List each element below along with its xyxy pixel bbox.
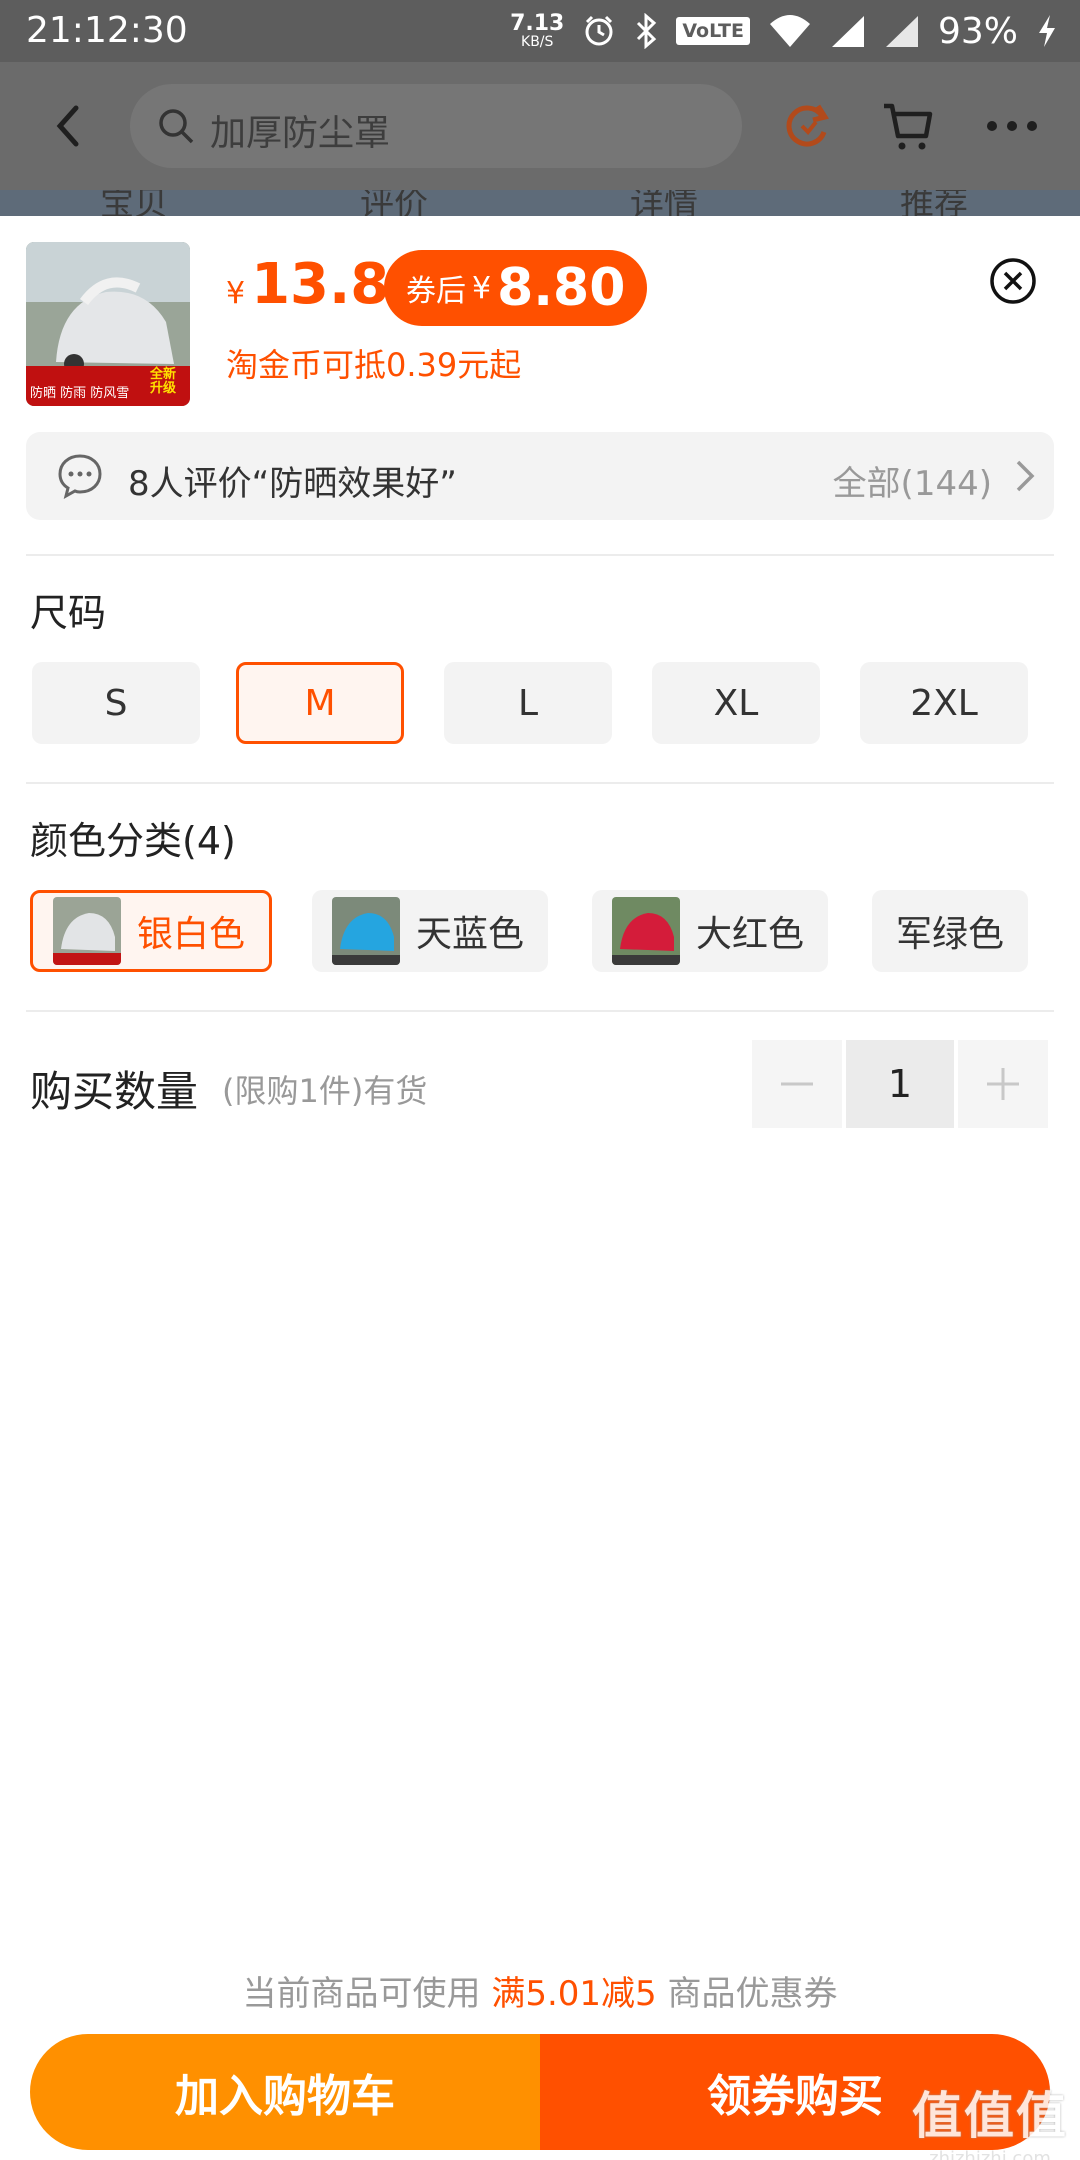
- quantity-label: 购买数量: [30, 1067, 199, 1116]
- quantity-stepper: 1: [752, 1040, 1052, 1128]
- divider: [26, 1010, 1054, 1012]
- coupon-price-badge: 券后 ¥ 8.80: [384, 250, 648, 326]
- decrease-button[interactable]: [752, 1040, 842, 1128]
- coupon-label: 券后: [406, 274, 466, 309]
- quantity-note: (限购1件)有货: [222, 1072, 428, 1110]
- cart-icon[interactable]: [878, 96, 938, 156]
- tab-details[interactable]: 详情: [630, 190, 698, 216]
- sku-selector-sheet: 防晒 防雨 防风雪 全新升级 ¥ 13.8 券后 ¥ 8.80 淘金币可抵0.3…: [0, 216, 1080, 2160]
- review-all-count: 全部(144): [832, 464, 992, 504]
- review-summary[interactable]: 8人评价“防晒效果好” 全部(144): [26, 432, 1054, 520]
- color-option-label: 天蓝色: [416, 914, 525, 955]
- status-time: 21:12:30: [26, 10, 188, 51]
- back-icon[interactable]: [48, 100, 92, 152]
- product-top-bar: 加厚防尘罩: [0, 62, 1080, 190]
- product-thumbnail[interactable]: 防晒 防雨 防风雪 全新升级: [26, 242, 190, 406]
- swatch-skyblue: [332, 897, 400, 965]
- thumb-tag-upgrade: 全新升级: [150, 367, 177, 396]
- comment-icon: [58, 454, 102, 499]
- signal-icon: [831, 16, 864, 47]
- color-title: 颜色分类(4): [30, 819, 236, 863]
- promo-highlight: 满5.01减5: [491, 1974, 657, 2014]
- color-option-label: 军绿色: [896, 914, 1005, 955]
- divider: [26, 782, 1054, 784]
- size-option-2xl[interactable]: 2XL: [860, 662, 1028, 744]
- charging-icon: [1039, 15, 1055, 47]
- taojinbi-note: 淘金币可抵0.39元起: [226, 346, 522, 384]
- alarm-icon: [585, 15, 613, 46]
- color-option-silver[interactable]: 银白色: [30, 890, 273, 972]
- bluetooth-icon: [637, 13, 657, 49]
- search-icon: [159, 109, 194, 144]
- wifi-icon: [769, 15, 810, 47]
- status-bar: 21:12:30 7.13 KB/S VoLTE 93%: [0, 0, 1080, 62]
- more-icon[interactable]: [982, 96, 1042, 156]
- swatch-red: [612, 897, 680, 965]
- plus-icon: [987, 1068, 1019, 1100]
- thumb-tag-features: 防晒 防雨 防风雪: [30, 386, 130, 401]
- site-watermark: 值值值 zhizhizhi.com: [912, 2076, 1068, 2160]
- color-option-red[interactable]: 大红色: [592, 890, 829, 972]
- search-text: 加厚防尘罩: [210, 113, 391, 154]
- action-bar: 加入购物车 领券购买: [30, 2034, 1050, 2150]
- coupon-promo-note: 当前商品可使用 满5.01减5 商品优惠券: [0, 1966, 1080, 2015]
- divider: [26, 554, 1054, 556]
- signal-icon-2: [885, 16, 918, 47]
- size-option-m[interactable]: M: [236, 662, 404, 744]
- search-bar[interactable]: 加厚防尘罩: [130, 84, 742, 168]
- coupon-price: 8.80: [497, 258, 626, 318]
- close-icon[interactable]: [988, 256, 1038, 306]
- chevron-right-icon: [1016, 460, 1035, 492]
- tab-reviews[interactable]: 评价: [360, 190, 428, 216]
- watermark-logo: 值值值: [912, 2087, 1068, 2145]
- coupon-currency: ¥: [472, 270, 492, 306]
- promo-prefix: 当前商品可使用: [242, 1974, 492, 2014]
- color-option-label: 银白色: [137, 914, 246, 955]
- color-option-skyblue[interactable]: 天蓝色: [312, 890, 549, 972]
- size-option-s[interactable]: S: [32, 662, 200, 744]
- price-currency: ¥: [226, 276, 246, 311]
- volte-badge: VoLTE: [676, 17, 750, 45]
- battery-percent: 93%: [937, 10, 1018, 52]
- size-option-l[interactable]: L: [444, 662, 612, 744]
- swatch-silver: [53, 897, 121, 965]
- price: ¥ 13.8: [226, 252, 389, 317]
- color-option-label: 大红色: [696, 914, 805, 955]
- tab-strip: 宝贝 评价 详情 推荐: [0, 190, 1080, 216]
- share-icon[interactable]: [778, 96, 838, 156]
- tab-recommend[interactable]: 推荐: [900, 190, 968, 216]
- network-speed-value: 7.13: [510, 11, 565, 36]
- tab-item[interactable]: 宝贝: [100, 190, 168, 216]
- add-to-cart-button[interactable]: 加入购物车: [30, 2034, 540, 2150]
- network-speed: 7.13 KB/S: [510, 11, 565, 50]
- color-option-armygreen[interactable]: 军绿色: [872, 890, 1029, 972]
- size-option-xl[interactable]: XL: [652, 662, 820, 744]
- minus-icon: [781, 1082, 813, 1086]
- quantity-value[interactable]: 1: [846, 1040, 954, 1128]
- promo-suffix: 商品优惠券: [656, 1974, 838, 2014]
- price-amount: 13.8: [251, 252, 390, 317]
- network-speed-unit: KB/S: [521, 34, 554, 50]
- watermark-url: zhizhizhi.com: [929, 2148, 1051, 2160]
- size-title: 尺码: [30, 591, 107, 635]
- increase-button[interactable]: [958, 1040, 1048, 1128]
- review-highlight: 8人评价“防晒效果好”: [128, 464, 457, 504]
